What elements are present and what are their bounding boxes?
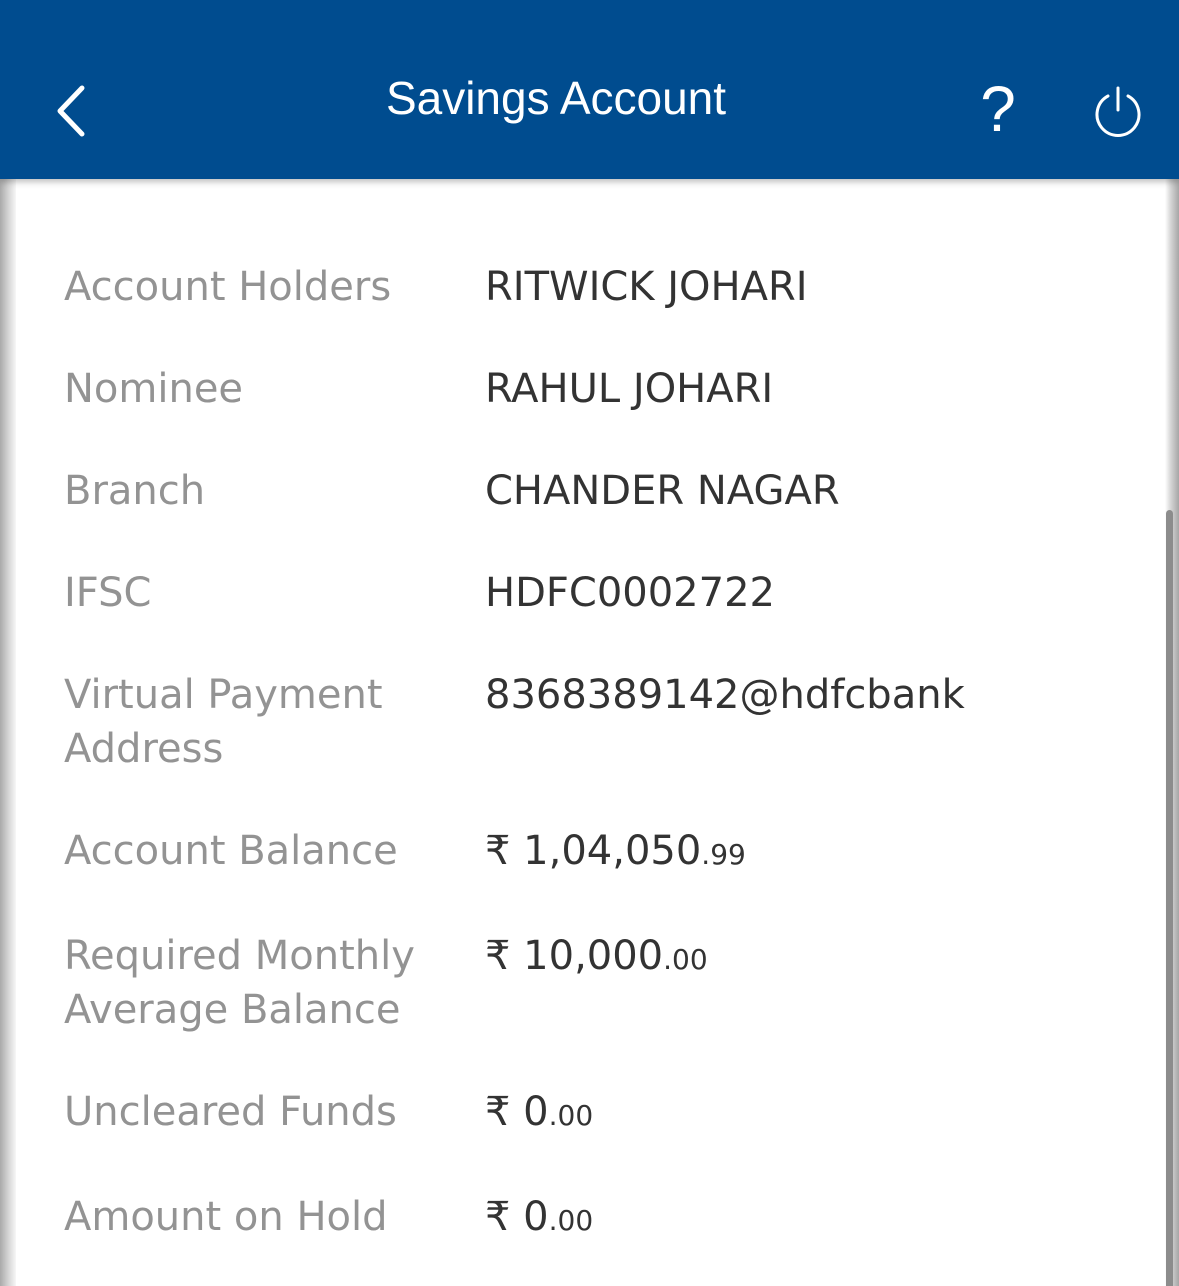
- screen: Savings Account ? Account Holders RITWIC…: [0, 0, 1179, 1286]
- currency-symbol: ₹: [485, 933, 511, 979]
- currency-symbol: ₹: [485, 828, 511, 874]
- amount-value: ₹ 0.00: [485, 1190, 1144, 1248]
- detail-row-uncleared-funds: Uncleared Funds ₹ 0.00: [64, 1085, 1144, 1190]
- detail-label: Virtual Payment Address: [64, 668, 485, 776]
- detail-row-nominee: Nominee RAHUL JOHARI: [64, 362, 1144, 464]
- amount-main: 0: [523, 1089, 549, 1135]
- detail-label-line: Required Monthly: [64, 933, 415, 979]
- amount-cents: .00: [548, 1204, 594, 1237]
- detail-value: RAHUL JOHARI: [485, 366, 774, 412]
- left-edge-shadow: [0, 0, 16, 1286]
- detail-row-branch: Branch CHANDER NAGAR: [64, 464, 1144, 566]
- amount-value: ₹ 10,000.00: [485, 929, 1144, 987]
- detail-row-account-balance: Account Balance ₹ 1,04,050.99: [64, 824, 1144, 929]
- detail-label: Account Holders: [64, 264, 392, 310]
- detail-value: 8368389142@hdfcbank: [485, 672, 965, 718]
- amount-cents: .00: [548, 1099, 594, 1132]
- detail-label: IFSC: [64, 570, 152, 616]
- detail-label-line: Average Balance: [64, 987, 401, 1033]
- account-details: Account Holders RITWICK JOHARI Nominee R…: [64, 260, 1144, 1270]
- amount-main: 1,04,050: [523, 828, 702, 874]
- detail-row-account-holders: Account Holders RITWICK JOHARI: [64, 260, 1144, 362]
- amount-value: ₹ 0.00: [485, 1085, 1144, 1143]
- detail-label-line: Address: [64, 726, 224, 772]
- detail-label: Account Balance: [64, 828, 398, 874]
- app-header: Savings Account ?: [0, 0, 1179, 179]
- amount-cents: .00: [663, 943, 708, 976]
- scrollbar[interactable]: [1166, 510, 1173, 1286]
- detail-label: Nominee: [64, 366, 244, 412]
- currency-symbol: ₹: [485, 1194, 511, 1240]
- currency-symbol: ₹: [485, 1089, 511, 1135]
- amount-main: 0: [523, 1194, 549, 1240]
- detail-label-line: Virtual Payment: [64, 672, 383, 718]
- amount-cents: .99: [701, 838, 746, 871]
- detail-label: Branch: [64, 468, 206, 514]
- detail-label: Uncleared Funds: [64, 1089, 397, 1135]
- detail-value: RITWICK JOHARI: [485, 264, 808, 310]
- power-icon: [1095, 86, 1141, 137]
- detail-row-ifsc: IFSC HDFC0002722: [64, 566, 1144, 668]
- detail-row-amount-on-hold: Amount on Hold ₹ 0.00: [64, 1190, 1144, 1270]
- amount-main: 10,000: [523, 933, 664, 979]
- detail-label: Amount on Hold: [64, 1194, 388, 1240]
- detail-value: CHANDER NAGAR: [485, 468, 840, 514]
- detail-row-vpa: Virtual Payment Address 8368389142@hdfcb…: [64, 668, 1144, 824]
- detail-label: Required Monthly Average Balance: [64, 929, 485, 1037]
- detail-row-required-mab: Required Monthly Average Balance ₹ 10,00…: [64, 929, 1144, 1085]
- amount-value: ₹ 1,04,050.99: [485, 824, 1144, 882]
- detail-value: HDFC0002722: [485, 570, 775, 616]
- page-title: Savings Account: [385, 72, 727, 124]
- logout-button[interactable]: [1090, 84, 1146, 140]
- help-button[interactable]: ?: [972, 76, 1024, 142]
